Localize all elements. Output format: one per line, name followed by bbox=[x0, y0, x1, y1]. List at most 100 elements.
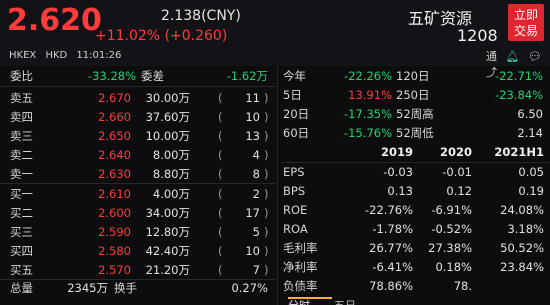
trade-button-line2: 交易 bbox=[513, 24, 538, 38]
performance-row: 60日 -15.76% 52周低 2.14 bbox=[282, 125, 550, 141]
level-price: 2.580 bbox=[98, 244, 131, 258]
paren-open: ( bbox=[218, 187, 223, 201]
paren-open: ( bbox=[218, 206, 223, 220]
volume-value: 2345万 bbox=[67, 281, 108, 295]
ask-row[interactable]: 卖二 2.640 8.00万 (4) bbox=[0, 145, 276, 165]
tab-intraday[interactable]: 分时 bbox=[288, 297, 310, 305]
level-price: 2.570 bbox=[98, 263, 131, 277]
level-price: 2.630 bbox=[98, 167, 131, 181]
weicha-value: -1.62万 bbox=[226, 69, 268, 83]
metric-value: -6.91% bbox=[431, 203, 472, 217]
level-orders: 11 bbox=[245, 91, 260, 105]
bid-row[interactable]: 买一 2.610 4.00万 (2) bbox=[0, 184, 276, 204]
ask-row[interactable]: 卖三 2.650 10.00万 (13) bbox=[0, 126, 276, 146]
financial-row: 负债率 78.86% 78. bbox=[282, 277, 550, 296]
paren-close: ) bbox=[264, 110, 269, 124]
paren-open: ( bbox=[218, 91, 223, 105]
weibi-label: 委比 bbox=[10, 69, 33, 83]
level-volume: 8.80万 bbox=[152, 167, 190, 181]
bid-row[interactable]: 买四 2.580 42.40万 (10) bbox=[0, 241, 276, 261]
paren-close: ) bbox=[264, 148, 269, 162]
currency-label: HKD bbox=[45, 50, 68, 61]
trade-button-line1: 立即 bbox=[513, 8, 538, 22]
stock-code: 1208 bbox=[457, 26, 498, 45]
paren-close: ) bbox=[264, 225, 269, 239]
paren-open: ( bbox=[218, 244, 223, 258]
chart-tabs: 分时 五日 bbox=[282, 297, 550, 305]
period-label: 60日 bbox=[283, 126, 310, 140]
metric-value: 0.19 bbox=[518, 184, 544, 198]
bell-icon[interactable]: 🔔︎ bbox=[506, 50, 520, 63]
paren-close: ) bbox=[264, 206, 269, 220]
volume-label: 总量 bbox=[10, 281, 33, 295]
period-label: 52周低 bbox=[396, 126, 434, 140]
paren-close: ) bbox=[264, 244, 269, 258]
paren-close: ) bbox=[264, 129, 269, 143]
performance-row: 20日 -17.35% 52周高 6.50 bbox=[282, 106, 550, 122]
level-orders: 8 bbox=[252, 167, 260, 181]
level-volume: 37.60万 bbox=[145, 110, 190, 124]
ask-row[interactable]: 卖一 2.630 8.80万 (8) bbox=[0, 164, 276, 184]
metric-value: 78. bbox=[453, 279, 472, 293]
financial-row: BPS 0.13 0.12 0.19 bbox=[282, 182, 550, 201]
trade-now-button[interactable]: 立即 交易 bbox=[508, 4, 544, 41]
level-volume: 4.00万 bbox=[152, 187, 190, 201]
tab-five-day[interactable]: 五日 bbox=[334, 297, 356, 305]
column-divider bbox=[277, 66, 278, 305]
weibi-value: -33.28% bbox=[88, 69, 136, 83]
bid-row[interactable]: 买三 2.590 12.80万 (5) bbox=[0, 222, 276, 242]
year-col-3: 2021H1 bbox=[494, 145, 544, 159]
cny-price: 2.138(CNY) bbox=[161, 8, 241, 24]
financial-row: ROE -22.76% -6.91% 24.08% bbox=[282, 201, 550, 220]
level-label: 卖二 bbox=[10, 148, 33, 162]
metric-value: 0.18% bbox=[435, 260, 472, 274]
metric-value: 78.86% bbox=[369, 279, 413, 293]
paren-open: ( bbox=[218, 110, 223, 124]
metric-label: ROE bbox=[283, 203, 308, 217]
metric-label: 负债率 bbox=[283, 279, 318, 293]
paren-open: ( bbox=[218, 148, 223, 162]
paren-open: ( bbox=[218, 167, 223, 181]
level-volume: 8.00万 bbox=[152, 148, 190, 162]
level-volume: 30.00万 bbox=[145, 91, 190, 105]
level-orders: 2 bbox=[252, 187, 260, 201]
metric-value: -0.03 bbox=[383, 165, 413, 179]
financial-row: EPS -0.03 -0.01 0.05 bbox=[282, 163, 550, 182]
exchange-label: HKEX bbox=[9, 50, 37, 61]
period-value: -22.26% bbox=[344, 69, 392, 83]
metric-value: 24.08% bbox=[500, 203, 544, 217]
order-ratio-row: 委比 -33.28% 委差 -1.62万 bbox=[0, 66, 276, 86]
ask-row[interactable]: 卖四 2.660 37.60万 (10) bbox=[0, 107, 276, 127]
price-change: +11.02% (+0.260) bbox=[95, 28, 228, 44]
ask-row[interactable]: 卖五 2.670 30.00万 (11) bbox=[0, 88, 276, 108]
year-col-2: 2020 bbox=[439, 145, 472, 159]
period-value: 6.50 bbox=[517, 107, 543, 121]
period-value: 2.14 bbox=[517, 126, 543, 140]
metric-label: BPS bbox=[283, 184, 306, 198]
metric-value: 26.77% bbox=[369, 241, 413, 255]
metric-value: 23.84% bbox=[500, 260, 544, 274]
bid-row[interactable]: 买五 2.570 21.20万 (7) bbox=[0, 260, 276, 280]
period-value: 13.91% bbox=[348, 88, 392, 102]
level-label: 买一 bbox=[10, 187, 33, 201]
quote-header: 2.620 2.138(CNY) +11.02% (+0.260) HKEX H… bbox=[0, 0, 550, 79]
metric-value: 0.12 bbox=[446, 184, 472, 198]
bid-row[interactable]: 买二 2.600 34.00万 (17) bbox=[0, 203, 276, 223]
metric-value: 27.38% bbox=[428, 241, 472, 255]
level-price: 2.600 bbox=[98, 206, 131, 220]
period-value: -23.84% bbox=[495, 88, 543, 102]
financials-header: 2019 2020 2021H1 bbox=[282, 144, 550, 160]
chat-icon[interactable]: 💬︎ bbox=[528, 50, 542, 63]
paren-close: ) bbox=[264, 187, 269, 201]
level-label: 买四 bbox=[10, 244, 33, 258]
metric-label: EPS bbox=[283, 165, 305, 179]
level-label: 卖四 bbox=[10, 110, 33, 124]
performance-row: 5日 13.91% 250日 -23.84% bbox=[282, 87, 550, 103]
tong-icon[interactable]: 通 bbox=[486, 50, 497, 63]
year-col-1: 2019 bbox=[380, 145, 413, 159]
level-label: 买二 bbox=[10, 206, 33, 220]
metric-value: 50.52% bbox=[500, 241, 544, 255]
level-volume: 21.20万 bbox=[145, 263, 190, 277]
financial-row: ROA -1.78% -0.52% 3.18% bbox=[282, 220, 550, 239]
turnover-label: 换手 bbox=[114, 281, 137, 295]
